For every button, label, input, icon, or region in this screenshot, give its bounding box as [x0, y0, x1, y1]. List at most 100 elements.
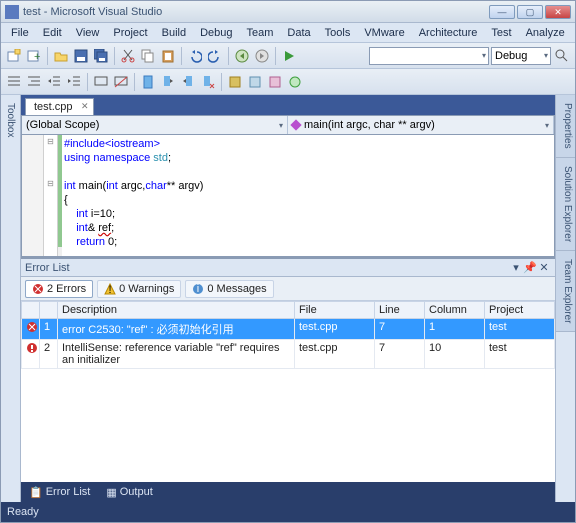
scope-combo[interactable]: (Global Scope): [22, 116, 288, 134]
col-icon[interactable]: [22, 302, 40, 319]
col-proj[interactable]: Project: [485, 302, 555, 319]
outdent-icon[interactable]: [25, 73, 43, 91]
comment-icon[interactable]: [92, 73, 110, 91]
app-icon: [5, 5, 19, 19]
toolbar-main: + Debug: [1, 43, 575, 69]
menu-vmware[interactable]: VMware: [358, 25, 410, 41]
filter-messages[interactable]: i 0 Messages: [185, 280, 273, 298]
copy-icon[interactable]: [139, 47, 157, 65]
code-area[interactable]: #include<iostream>using namespace std;in…: [62, 135, 554, 256]
menu-test[interactable]: Test: [485, 25, 517, 41]
error-list-icon: 📋: [29, 486, 43, 499]
left-rail: Toolbox: [1, 95, 21, 502]
platform-combo[interactable]: [369, 47, 489, 65]
error-grid[interactable]: Description File Line Column Project 1er…: [21, 301, 555, 482]
status-bar: Ready: [1, 502, 575, 522]
filter-errors[interactable]: 2 Errors: [25, 280, 93, 298]
paste-icon[interactable]: [159, 47, 177, 65]
panel-pin-icon[interactable]: 📌: [523, 261, 537, 274]
filter-warnings[interactable]: ! 0 Warnings: [97, 280, 181, 298]
tb-misc3-icon[interactable]: [266, 73, 284, 91]
find-icon[interactable]: [553, 47, 571, 65]
toolbox-tab[interactable]: Toolbox: [5, 99, 16, 141]
col-file[interactable]: File: [295, 302, 375, 319]
col-num[interactable]: [40, 302, 58, 319]
status-text: Ready: [7, 506, 39, 518]
function-combo[interactable]: main(int argc, char ** argv): [288, 116, 554, 134]
nav-fwd-icon[interactable]: [253, 47, 271, 65]
bookmark-clear-icon[interactable]: [199, 73, 217, 91]
menu-analyze[interactable]: Analyze: [520, 25, 571, 41]
properties-tab[interactable]: Properties: [556, 95, 575, 158]
panel-menu-icon[interactable]: ▾: [509, 261, 523, 274]
tb-misc1-icon[interactable]: [226, 73, 244, 91]
redo-icon[interactable]: [206, 47, 224, 65]
output-icon: ▦: [106, 486, 116, 499]
method-icon: [290, 119, 301, 130]
fold-margin: ⊟ ⊟: [44, 135, 58, 256]
menu-team[interactable]: Team: [241, 25, 280, 41]
solution-explorer-tab[interactable]: Solution Explorer: [556, 158, 575, 251]
minimize-button[interactable]: —: [489, 5, 515, 19]
bookmark-prev-icon[interactable]: [159, 73, 177, 91]
toolbar-text: [1, 69, 575, 95]
nav-back-icon[interactable]: [233, 47, 251, 65]
code-editor[interactable]: ⊟ ⊟ #include<iostream>using namespace st…: [21, 135, 555, 257]
tab-label: test.cpp: [34, 101, 73, 113]
menu-architecture[interactable]: Architecture: [413, 25, 484, 41]
menu-build[interactable]: Build: [156, 25, 192, 41]
indent-icon[interactable]: [5, 73, 23, 91]
add-item-icon[interactable]: +: [25, 47, 43, 65]
workspace: Toolbox test.cpp ✕ (Global Scope) main(i…: [1, 95, 575, 502]
menu-tools[interactable]: Tools: [319, 25, 357, 41]
error-row[interactable]: 1error C2530: "ref" : 必须初始化引用test.cpp71t…: [22, 319, 555, 340]
menu-edit[interactable]: Edit: [37, 25, 68, 41]
bottom-tab-errorlist[interactable]: 📋 Error List: [25, 484, 94, 501]
menu-file[interactable]: File: [5, 25, 35, 41]
menu-bar: File Edit View Project Build Debug Team …: [1, 23, 575, 43]
error-icon: [32, 283, 44, 295]
menu-debug[interactable]: Debug: [194, 25, 238, 41]
open-icon[interactable]: [52, 47, 70, 65]
col-line[interactable]: Line: [375, 302, 425, 319]
menu-data[interactable]: Data: [281, 25, 316, 41]
menu-view[interactable]: View: [70, 25, 106, 41]
uncomment-icon[interactable]: [112, 73, 130, 91]
error-row[interactable]: 2IntelliSense: reference variable "ref" …: [22, 340, 555, 369]
tb-misc2-icon[interactable]: [246, 73, 264, 91]
col-desc[interactable]: Description: [58, 302, 295, 319]
panel-close-icon[interactable]: ✕: [537, 261, 551, 274]
indent-less-icon[interactable]: [65, 73, 83, 91]
error-list-title: Error List: [25, 262, 70, 274]
right-rail: Properties Solution Explorer Team Explor…: [555, 95, 575, 502]
bookmark-next-icon[interactable]: [179, 73, 197, 91]
menu-project[interactable]: Project: [107, 25, 153, 41]
save-icon[interactable]: [72, 47, 90, 65]
bookmark-icon[interactable]: [139, 73, 157, 91]
config-combo[interactable]: Debug: [491, 47, 551, 65]
line-gutter: [22, 135, 44, 256]
nav-bar: (Global Scope) main(int argc, char ** ar…: [21, 115, 555, 135]
close-button[interactable]: ✕: [545, 5, 571, 19]
tab-close-icon[interactable]: ✕: [81, 101, 89, 112]
start-debug-icon[interactable]: [280, 47, 298, 65]
svg-text:!: !: [109, 284, 112, 295]
bottom-tab-output[interactable]: ▦ Output: [102, 484, 156, 501]
warning-icon: !: [104, 283, 116, 295]
tb-misc4-icon[interactable]: [286, 73, 304, 91]
title-bar: test - Microsoft Visual Studio — ▢ ✕: [1, 1, 575, 23]
indent-more-icon[interactable]: [45, 73, 63, 91]
maximize-button[interactable]: ▢: [517, 5, 543, 19]
team-explorer-tab[interactable]: Team Explorer: [556, 251, 575, 332]
tab-testcpp[interactable]: test.cpp ✕: [25, 98, 94, 115]
svg-text:+: +: [34, 51, 40, 63]
bottom-tabstrip: 📋 Error List ▦ Output: [21, 482, 555, 502]
document-tabs: test.cpp ✕: [21, 95, 555, 115]
svg-text:i: i: [197, 283, 199, 295]
new-project-icon[interactable]: [5, 47, 23, 65]
cut-icon[interactable]: [119, 47, 137, 65]
undo-icon[interactable]: [186, 47, 204, 65]
col-col[interactable]: Column: [425, 302, 485, 319]
save-all-icon[interactable]: [92, 47, 110, 65]
error-list-panel: Error List ▾ 📌 ✕ 2 Errors ! 0 Warnings i…: [21, 257, 555, 482]
